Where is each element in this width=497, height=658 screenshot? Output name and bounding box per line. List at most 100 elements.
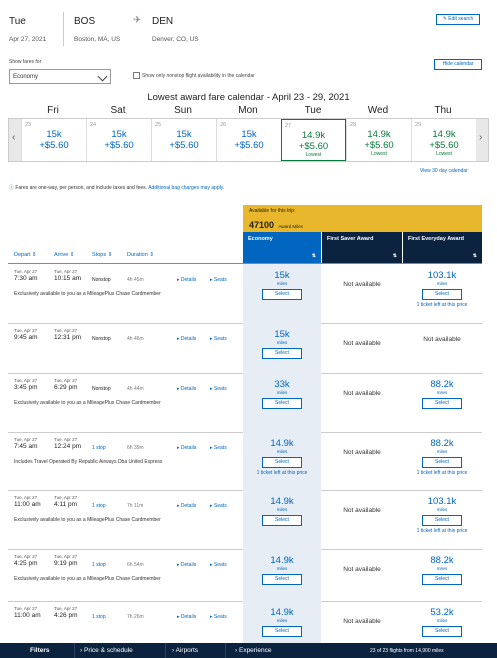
details-link[interactable]: ▸ Details (177, 614, 196, 620)
details-label: Details (180, 277, 197, 283)
details-link[interactable]: ▸ Details (177, 277, 196, 283)
ticket-left-note: 1 ticket left at this price (416, 302, 468, 308)
col-saver[interactable]: First Saver Award ⇅ (322, 232, 402, 264)
airports-filter[interactable]: › Airports (172, 647, 198, 654)
plane-icon: ✈ (133, 15, 142, 26)
th-stops[interactable]: Stops ⇕ (92, 252, 112, 258)
depart-date: Tue, Apr 27 (14, 378, 38, 383)
calendar-day[interactable]: 23 15k +$5.60 (21, 119, 86, 161)
view-30-day-link[interactable]: View 30 day calendar (420, 168, 468, 174)
economy-price: 15k (274, 270, 290, 281)
calendar-title: Lowest award fare calendar - April 23 - … (147, 92, 350, 103)
calendar-day[interactable]: 24 15k +$5.60 (86, 119, 151, 161)
calendar-day[interactable]: 25 15k +$5.60 (151, 119, 216, 161)
experience-label: Experience (238, 647, 272, 654)
seats-label: Seats (213, 277, 227, 283)
details-link[interactable]: ▸ Details (177, 562, 196, 568)
trip-date: Apr 27, 2021 (9, 36, 47, 43)
arrive-date: Tue, Apr 27 (54, 495, 78, 500)
everyday-select-button[interactable]: Select (422, 515, 462, 526)
chevron-down-icon (97, 71, 108, 82)
sort-icon: ⇅ (472, 253, 477, 259)
arrive-time: 12:24 pm (54, 443, 82, 450)
seats-link[interactable]: ▸ Seats (210, 614, 227, 620)
available-label: Available for this trip: (249, 208, 296, 214)
arrive-date: Tue, Apr 27 (54, 378, 78, 383)
seats-link[interactable]: ▸ Seats (210, 562, 227, 568)
calendar-day[interactable]: 29 14.9k +$5.60 Lowest (411, 119, 476, 161)
fare-class-select[interactable]: Economy (9, 69, 111, 84)
seats-link[interactable]: ▸ Seats (210, 336, 227, 342)
seats-link[interactable]: ▸ Seats (210, 503, 227, 509)
everyday-price: 88.2k (430, 438, 454, 449)
bag-charges-link[interactable]: Additional bag charges may apply. (148, 185, 224, 191)
economy-select-button[interactable]: Select (262, 398, 302, 409)
seats-link[interactable]: ▸ Seats (210, 277, 227, 283)
everyday-miles-label: miles (436, 566, 448, 571)
arrive-date: Tue, Apr 27 (54, 437, 78, 442)
seats-label: Seats (213, 503, 227, 509)
arrive-date: Tue, Apr 27 (54, 269, 78, 274)
depart-time: 11:00 am (14, 501, 41, 508)
nonstop-checkbox[interactable] (133, 72, 140, 79)
details-link[interactable]: ▸ Details (177, 445, 196, 451)
everyday-select-button[interactable]: Select (422, 457, 462, 468)
hide-calendar-button[interactable]: Hide calendar (434, 59, 482, 70)
everyday-select-button[interactable]: Select (422, 626, 462, 637)
details-link[interactable]: ▸ Details (177, 503, 196, 509)
stops[interactable]: 1 stop (92, 562, 106, 568)
edit-icon: ✎ (442, 16, 447, 22)
sort-icon: ⇅ (392, 253, 397, 259)
filters-button[interactable]: Filters (30, 647, 50, 654)
seats-label: Seats (213, 614, 227, 620)
prev-week-button[interactable]: ‹ (9, 119, 21, 161)
chevron-right-icon: › (479, 132, 483, 143)
everyday-select-button[interactable]: Select (422, 289, 462, 300)
depart-time: 7:30 am (14, 275, 38, 282)
stops[interactable]: 1 stop (92, 445, 106, 451)
economy-select-button[interactable]: Select (262, 457, 302, 468)
seats-link[interactable]: ▸ Seats (210, 386, 227, 392)
economy-select-button[interactable]: Select (262, 348, 302, 359)
arrive-date: Tue, Apr 27 (54, 606, 78, 611)
th-arrive[interactable]: Arrive ⇕ (54, 252, 75, 258)
calendar-day[interactable]: 28 14.9k +$5.60 Lowest (346, 119, 411, 161)
economy-select-button[interactable]: Select (262, 289, 302, 300)
col-everyday[interactable]: First Everyday Award ⇅ (403, 232, 482, 264)
arrive-time: 4:11 pm (54, 501, 78, 508)
th-duration[interactable]: Duration ⇕ (127, 252, 154, 258)
stops[interactable]: 1 stop (92, 503, 106, 509)
everyday-miles-label: miles (436, 507, 448, 512)
day-tue: Tue (304, 105, 322, 116)
economy-select-button[interactable]: Select (262, 515, 302, 526)
price-schedule-filter[interactable]: › Price & schedule (80, 647, 133, 654)
th-depart[interactable]: Depart ⇕ (14, 252, 37, 258)
next-week-button[interactable]: › (476, 119, 488, 161)
calendar-day-selected[interactable]: 27 14.9k +$5.60 Lowest (281, 119, 346, 161)
economy-select-button[interactable]: Select (262, 574, 302, 585)
stops[interactable]: 1 stop (92, 614, 106, 620)
details-link[interactable]: ▸ Details (177, 336, 196, 342)
economy-select-button[interactable]: Select (262, 626, 302, 637)
duration: 6h 39m (127, 445, 144, 451)
th-stops-label: Stops (92, 252, 107, 258)
ticket-left-note: 1 ticket left at this price (256, 470, 308, 476)
caret-right-icon: ▸ (177, 562, 180, 568)
calendar-day-tax: +$5.60 (298, 141, 329, 152)
experience-filter[interactable]: › Experience (235, 647, 272, 654)
nonstop-label: Show only nonstop flight availability in… (142, 73, 255, 79)
flight-count: 23 of 23 flights from 14,900 miles (370, 648, 444, 654)
details-link[interactable]: ▸ Details (177, 386, 196, 392)
everyday-price: 103.1k (427, 270, 457, 281)
calendar-day[interactable]: 26 15k +$5.60 (216, 119, 281, 161)
depart-date: Tue, Apr 27 (14, 554, 38, 559)
everyday-select-button[interactable]: Select (422, 398, 462, 409)
seats-label: Seats (213, 445, 227, 451)
edit-search-button[interactable]: ✎ Edit search (436, 14, 480, 25)
everyday-select-button[interactable]: Select (422, 574, 462, 585)
th-arrive-label: Arrive (54, 252, 69, 258)
seats-link[interactable]: ▸ Seats (210, 445, 227, 451)
col-economy[interactable]: Economy ⇅ (243, 232, 321, 264)
saver-availability: Not available (343, 340, 381, 347)
arrive-date: Tue, Apr 27 (54, 328, 78, 333)
